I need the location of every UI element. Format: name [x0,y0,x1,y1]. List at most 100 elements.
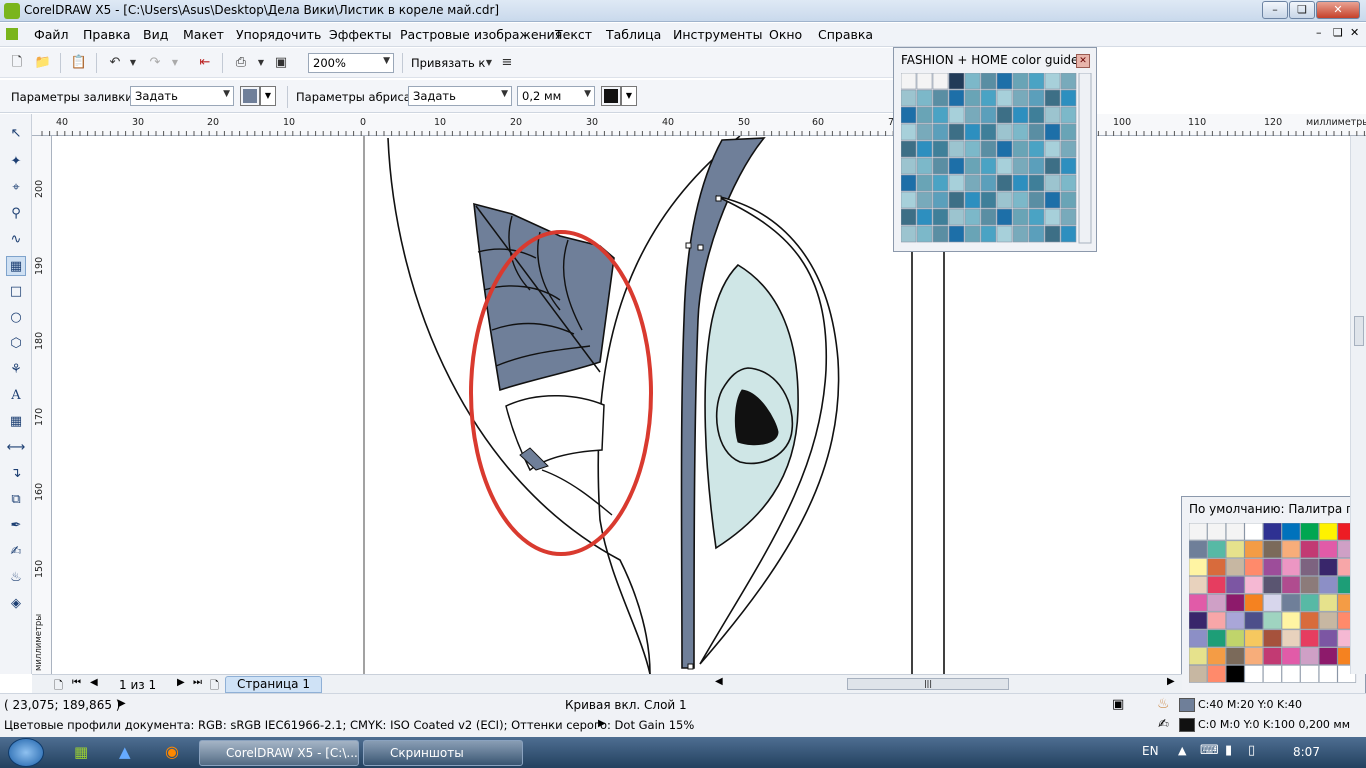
palette-swatch[interactable] [948,73,965,90]
palette-swatch[interactable] [980,157,997,175]
palette-swatch[interactable] [1028,208,1045,226]
taskbar-coreldraw-button[interactable]: CorelDRAW X5 - [C:\... [199,740,359,766]
palette-swatch[interactable] [932,208,949,226]
palette-swatch[interactable] [948,123,965,141]
palette-swatch[interactable] [1244,523,1264,541]
vertical-scroll-thumb[interactable] [1354,316,1364,346]
palette-swatch[interactable] [948,208,965,226]
palette-swatch[interactable] [964,191,981,209]
palette-swatch[interactable] [964,225,981,243]
taskbar-screenshots-button[interactable]: Скриншоты [363,740,523,766]
palette-swatch[interactable] [948,140,965,158]
palette-swatch[interactable] [1263,629,1282,648]
palette-swatch[interactable] [1318,540,1338,559]
palette-swatch[interactable] [1012,106,1029,124]
palette-swatch[interactable] [1244,629,1264,648]
palette-swatch[interactable] [1263,523,1282,541]
status-outline-swatch[interactable] [1179,718,1195,732]
application-launcher-icon[interactable]: ▣ [272,54,290,72]
palette-swatch[interactable] [1318,576,1338,594]
palette-swatch[interactable] [932,191,949,209]
palette-swatch[interactable] [996,208,1013,226]
palette-swatch[interactable] [996,106,1013,124]
palette-swatch[interactable] [1189,629,1208,648]
palette-swatch[interactable] [1044,89,1061,107]
palette-swatch[interactable] [1300,523,1319,541]
outline-type-combo[interactable]: Задать ▼ [408,86,512,106]
palette-swatch[interactable] [1028,106,1045,124]
palette-swatch[interactable] [1263,540,1282,559]
pick-tool-icon[interactable]: ↖ [6,124,26,144]
palette-swatch[interactable] [1300,665,1319,683]
snap-dropdown-icon[interactable]: ▼ [480,54,498,72]
next-page-icon[interactable]: ▶ [177,677,185,688]
redo-icon[interactable]: ↷ [146,54,164,72]
palette-swatch[interactable] [1263,665,1282,683]
outline-pen-tool-icon[interactable]: ✍ [6,542,26,562]
palette-swatch[interactable] [1060,225,1077,243]
language-indicator[interactable]: EN [1142,744,1159,758]
palette-swatch[interactable] [1225,593,1245,612]
palette-swatch[interactable] [1189,647,1208,665]
menu-layout[interactable]: Макет [183,27,224,42]
palette-swatch[interactable] [901,157,917,175]
palette-swatch[interactable] [980,73,997,90]
blend-tool-icon[interactable]: ⧉ [6,490,26,510]
palette-swatch[interactable] [996,174,1013,192]
palette-swatch[interactable] [1300,576,1319,594]
palette-swatch[interactable] [996,89,1013,107]
snap-options-icon[interactable]: ≡ [498,54,516,72]
snap-to-menu[interactable]: Привязать к [411,56,485,70]
palette-swatch[interactable] [1044,123,1061,141]
paste-icon[interactable]: 📋 [70,54,88,72]
open-folder-icon[interactable]: 📁 [34,54,52,72]
palette-swatch[interactable] [1189,558,1208,576]
crop-tool-icon[interactable]: ⌖ [6,178,26,198]
palette-swatch[interactable] [1044,174,1061,192]
palette-swatch[interactable] [980,140,997,158]
vertical-ruler[interactable]: 200 190 180 170 160 150 миллиметры [32,136,52,674]
palette-swatch[interactable] [916,225,933,243]
palette-swatch[interactable] [996,73,1013,90]
palette-swatch[interactable] [932,225,949,243]
palette-swatch[interactable] [964,106,981,124]
fashion-docker-close-icon[interactable]: ✕ [1076,54,1090,68]
drawing-canvas[interactable] [52,136,1350,674]
palette-swatch[interactable] [1060,73,1077,90]
redo-dropdown-icon[interactable]: ▼ [166,54,184,72]
palette-swatch[interactable] [916,157,933,175]
default-swatch-grid[interactable] [1189,523,1366,693]
smart-fill-tool-icon[interactable]: ▦ [6,256,26,276]
palette-swatch[interactable] [1225,647,1245,665]
fashion-swatch-grid[interactable] [901,73,1093,245]
palette-swatch[interactable] [1318,665,1338,683]
start-button[interactable] [8,738,44,767]
palette-swatch[interactable] [1318,523,1338,541]
palette-swatch[interactable] [1028,123,1045,141]
palette-swatch[interactable] [932,89,949,107]
palette-swatch[interactable] [1281,540,1301,559]
palette-swatch[interactable] [1225,629,1245,648]
text-tool-icon[interactable]: A [6,386,26,406]
freehand-tool-icon[interactable]: ∿ [6,230,26,250]
palette-swatch[interactable] [1244,540,1264,559]
outline-color-dropdown[interactable]: ▼ [621,86,637,106]
palette-swatch[interactable] [996,140,1013,158]
palette-swatch[interactable] [1300,629,1319,648]
palette-swatch[interactable] [901,106,917,124]
palette-swatch[interactable] [901,123,917,141]
palette-swatch[interactable] [980,123,997,141]
menu-tools[interactable]: Инструменты [673,27,762,42]
palette-swatch[interactable] [1225,576,1245,594]
palette-swatch[interactable] [996,123,1013,141]
palette-swatch[interactable] [901,174,917,192]
palette-swatch[interactable] [1044,73,1061,90]
menu-edit[interactable]: Правка [83,27,131,42]
palette-swatch[interactable] [1189,593,1208,612]
palette-swatch[interactable] [1225,611,1245,630]
palette-swatch[interactable] [1281,665,1301,683]
palette-swatch[interactable] [1281,576,1301,594]
palette-swatch[interactable] [1263,611,1282,630]
palette-swatch[interactable] [1263,576,1282,594]
status-fill-swatch[interactable] [1179,698,1195,712]
